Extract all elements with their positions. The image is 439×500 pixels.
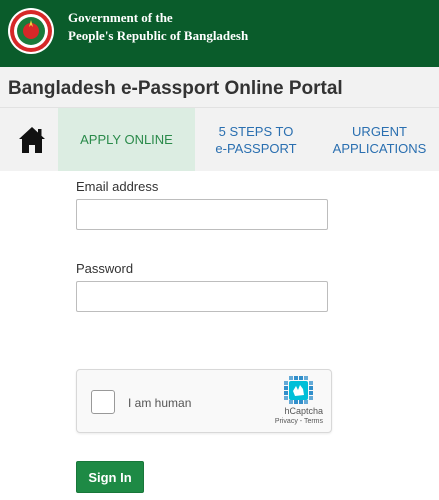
terms-link[interactable]: Terms	[304, 418, 323, 425]
bangladesh-emblem-icon	[8, 8, 54, 54]
tab-5-steps-line1: 5 STEPS TO	[218, 123, 294, 139]
password-label: Password	[76, 261, 134, 276]
tab-urgent-line1: URGENT	[352, 123, 407, 139]
tab-urgent-applications[interactable]: URGENT APPLICATIONS	[320, 108, 439, 171]
tab-apply-online-label: APPLY ONLINE	[80, 132, 173, 147]
tab-urgent-label: URGENT APPLICATIONS	[333, 123, 427, 157]
government-name-line1: Government of the	[68, 10, 173, 25]
sign-in-button[interactable]: Sign In	[76, 461, 144, 493]
email-field[interactable]	[76, 199, 328, 230]
captcha-checkbox[interactable]	[91, 390, 115, 414]
tab-5-steps-line2: e-PASSPORT	[215, 140, 297, 156]
government-header: Government of the People's Republic of B…	[0, 0, 439, 67]
hcaptcha-brand: hCaptcha	[284, 406, 323, 416]
email-label: Email address	[76, 179, 159, 194]
privacy-link[interactable]: Privacy	[275, 418, 298, 425]
page-title: Bangladesh e-Passport Online Portal	[8, 78, 343, 99]
password-field[interactable]	[76, 281, 328, 312]
government-name: Government of the People's Republic of B…	[68, 9, 248, 45]
main-navigation: APPLY ONLINE 5 STEPS TO e-PASSPORT URGEN…	[0, 107, 439, 171]
tab-urgent-line2: APPLICATIONS	[332, 140, 427, 156]
captcha-label: I am human	[128, 396, 192, 410]
home-icon[interactable]	[10, 122, 54, 158]
government-name-line2: People's Republic of Bangladesh	[68, 28, 249, 43]
tab-5-steps-label: 5 STEPS TO e-PASSPORT	[215, 123, 296, 157]
tab-apply-online[interactable]: APPLY ONLINE	[58, 108, 195, 171]
hcaptcha-logo-icon	[284, 376, 313, 404]
hcaptcha-widget: I am human hCaptcha Privacy - Terms	[76, 369, 332, 433]
captcha-links: Privacy - Terms	[275, 418, 323, 425]
tab-5-steps[interactable]: 5 STEPS TO e-PASSPORT	[196, 108, 316, 171]
portal-title-bar: Bangladesh e-Passport Online Portal	[0, 67, 439, 107]
